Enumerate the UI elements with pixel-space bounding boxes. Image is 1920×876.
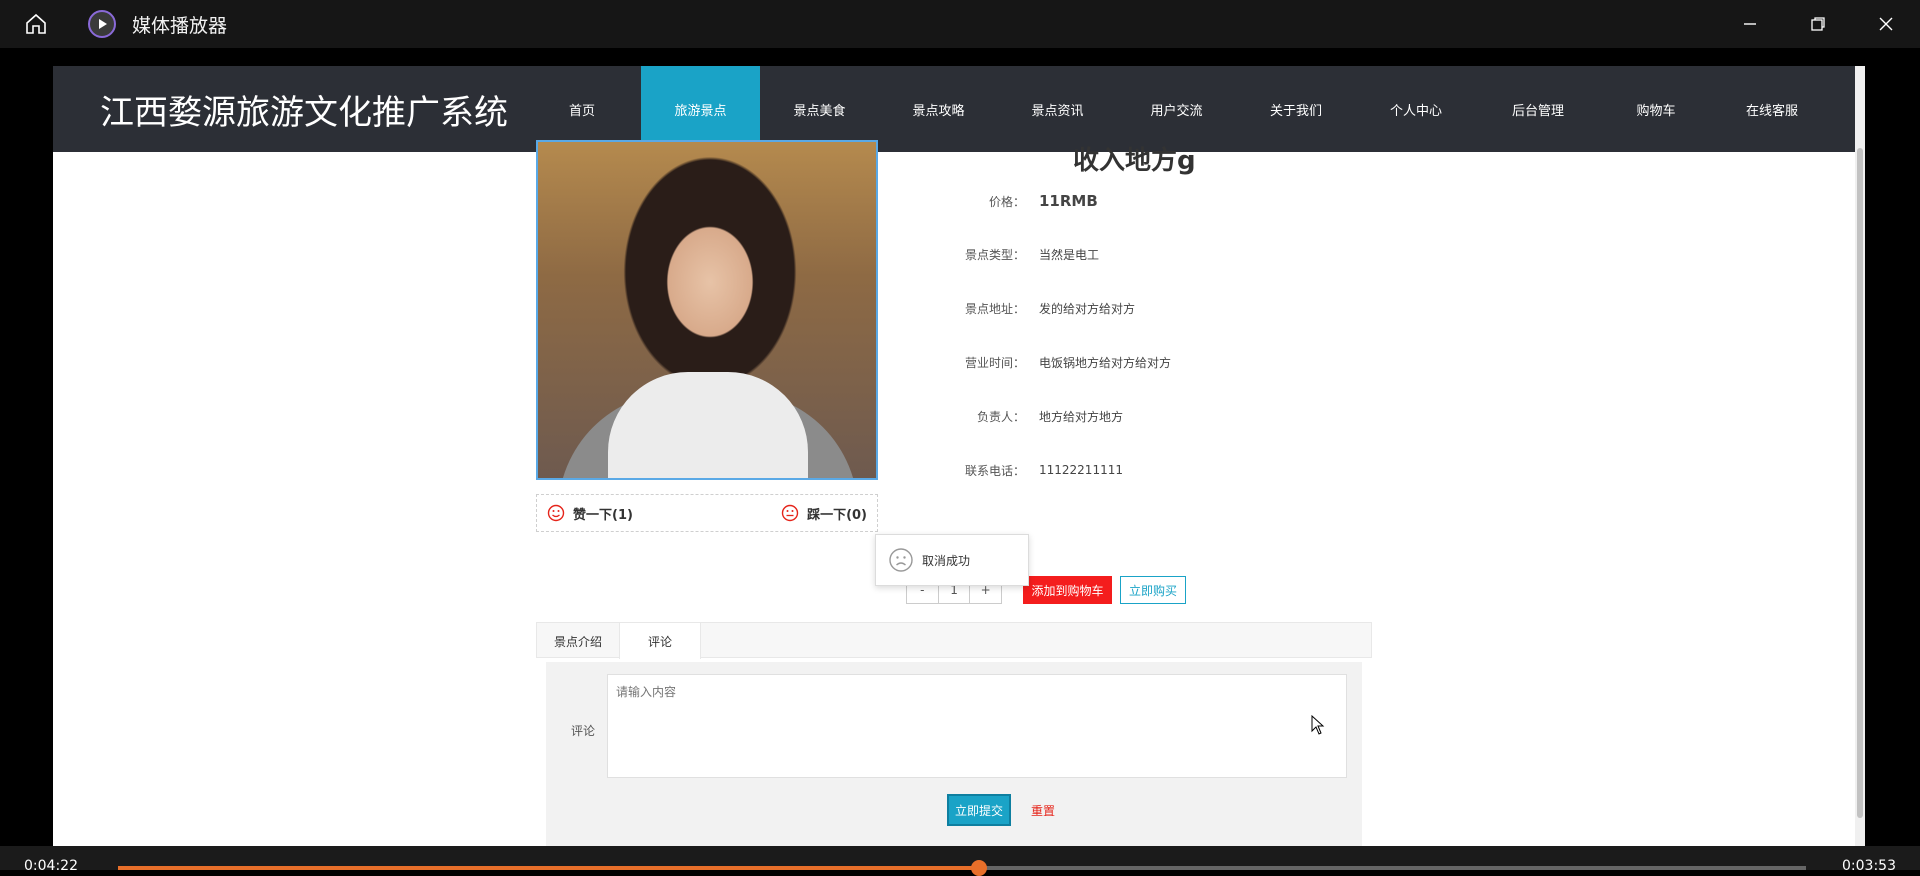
comment-label: 评论 [571, 724, 596, 738]
like-label: 赞一下(1) [573, 507, 633, 523]
comment-input[interactable] [607, 674, 1347, 778]
vote-bar: 赞一下(1) 踩一下(0) [536, 494, 878, 532]
field-value: 当然是电工 [1039, 247, 1100, 262]
submit-comment-button[interactable]: 立即提交 [947, 794, 1011, 826]
comment-panel: 评论 立即提交 重置 [546, 662, 1362, 846]
page-scrollbar[interactable] [1855, 66, 1865, 846]
player-titlebar: 媒体播放器 [0, 0, 1920, 48]
smile-icon [547, 504, 565, 522]
tab-intro[interactable]: 景点介绍 [537, 623, 619, 659]
attraction-photo [536, 140, 878, 480]
nav-item-admin[interactable]: 后台管理 [1476, 66, 1600, 152]
buy-now-button[interactable]: 立即购买 [1120, 576, 1186, 604]
player-seekbar: 0:04:22 0:03:53 [0, 846, 1920, 876]
tab-comments[interactable]: 评论 [619, 623, 701, 659]
field-label: 营业时间： [964, 355, 1025, 370]
attraction-title: 收入地方g [1073, 146, 1196, 176]
field-value: 11122211111 [1039, 463, 1123, 477]
field-label: 联系电话： [964, 463, 1025, 478]
field-value: 发的给对方给对方 [1039, 301, 1136, 316]
field-label: 景点地址： [964, 301, 1025, 316]
player-title: 媒体播放器 [132, 14, 228, 37]
play-logo-icon [88, 10, 116, 38]
restore-icon[interactable] [1784, 0, 1852, 48]
field-type: 景点类型： 当然是电工 [915, 244, 1515, 264]
field-label: 负责人： [976, 409, 1025, 424]
home-icon[interactable] [12, 0, 60, 48]
mouse-cursor-icon [1311, 714, 1325, 739]
add-to-cart-button[interactable]: 添加到购物车 [1023, 576, 1112, 604]
photo-detail [608, 372, 808, 478]
price-value: 11RMB [1039, 192, 1098, 210]
field-price: 价格： 11RMB [915, 191, 1515, 211]
time-total: 0:03:53 [1842, 858, 1896, 874]
video-frame: 江西婺源旅游文化推广系统 首页 旅游景点 景点美食 景点攻略 景点资讯 用户交流… [53, 66, 1865, 846]
nav-item-profile[interactable]: 个人中心 [1356, 66, 1476, 152]
minimize-icon[interactable] [1716, 0, 1784, 48]
window-controls [1716, 0, 1920, 48]
seek-track[interactable] [118, 860, 1806, 876]
nav-item-guides[interactable]: 景点攻略 [879, 66, 998, 152]
field-phone: 联系电话： 11122211111 [915, 460, 1515, 480]
field-hours: 营业时间： 电饭锅地方给对方给对方 [915, 352, 1515, 372]
field-manager: 负责人： 地方给对方地方 [915, 406, 1515, 426]
seek-progress [118, 866, 979, 870]
close-icon[interactable] [1852, 0, 1920, 48]
toast-message: 取消成功 [875, 534, 1029, 586]
sad-face-icon [889, 548, 913, 572]
nav-item-support[interactable]: 在线客服 [1712, 66, 1832, 152]
detail-tabs: 景点介绍 评论 [536, 622, 1372, 659]
site-brand: 江西婺源旅游文化推广系统 [100, 92, 508, 133]
field-label: 价格： [988, 194, 1025, 209]
time-current: 0:04:22 [24, 858, 78, 874]
field-value: 电饭锅地方给对方给对方 [1039, 355, 1172, 370]
site-nav: 江西婺源旅游文化推广系统 首页 旅游景点 景点美食 景点攻略 景点资讯 用户交流… [53, 66, 1855, 152]
like-button[interactable]: 赞一下(1) [547, 504, 633, 523]
scrollbar-thumb[interactable] [1857, 148, 1863, 818]
dislike-label: 踩一下(0) [807, 507, 867, 523]
neutral-face-icon [781, 504, 799, 522]
field-value: 地方给对方地方 [1039, 409, 1124, 424]
toast-text: 取消成功 [922, 553, 971, 568]
nav-item-cart[interactable]: 购物车 [1600, 66, 1712, 152]
reset-button[interactable]: 重置 [1031, 794, 1055, 826]
field-address: 景点地址： 发的给对方给对方 [915, 298, 1515, 318]
dislike-button[interactable]: 踩一下(0) [781, 504, 867, 523]
seek-knob[interactable] [970, 860, 987, 876]
detail-content: 收入地方g 价格： 11RMB 景点类型： 当然是电工 景点地址： 发的给对方给… [53, 140, 1855, 846]
nav-item-about[interactable]: 关于我们 [1236, 66, 1356, 152]
field-label: 景点类型： [964, 247, 1025, 262]
